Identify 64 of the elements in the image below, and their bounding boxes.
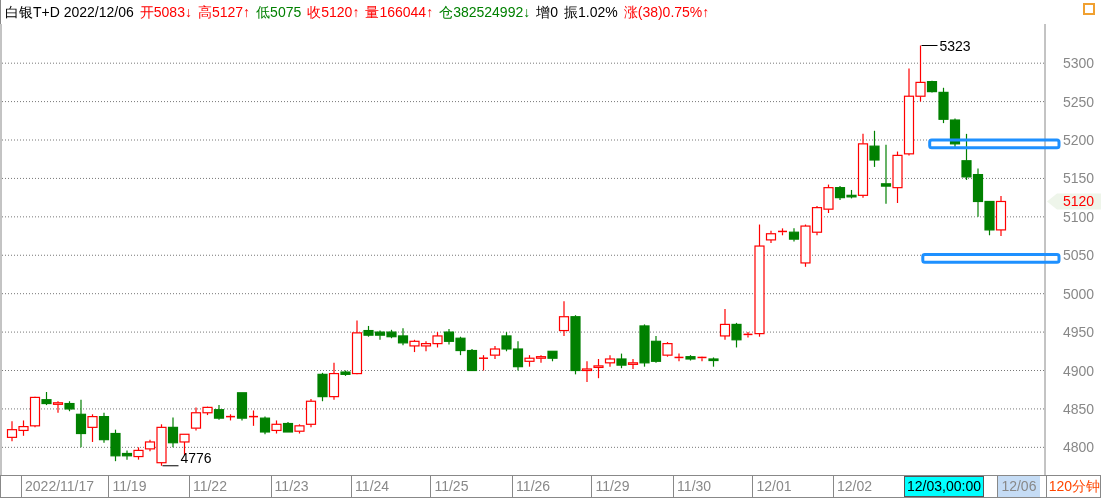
axis-label: 4850 [1063, 400, 1095, 417]
candlestick [995, 195, 1007, 237]
candlestick [489, 345, 501, 360]
quote-value: 低5075 [256, 2, 302, 22]
date-label: 11/19 [108, 476, 151, 497]
quote-value: 振1.02% [564, 2, 618, 22]
candlestick [167, 416, 179, 448]
axis-label: 5150 [1063, 170, 1095, 187]
axis-label: 5100 [1063, 208, 1095, 225]
date-label: 11/23 [270, 476, 313, 497]
leader-line [921, 45, 938, 46]
price-label: 4776 [180, 449, 212, 466]
date-label: 2022/11/17 [21, 476, 99, 497]
candlestick [259, 416, 271, 435]
candlestick [455, 336, 466, 356]
last-price-tag: 5120 [1047, 193, 1101, 210]
axis-label: 5250 [1063, 93, 1095, 110]
candlestick [271, 419, 282, 435]
candlestick [409, 339, 420, 353]
date-label: 12/01 [752, 476, 796, 497]
date-label: 12/02 [832, 476, 876, 497]
chart-title: 白银T+D 2022/12/06 [5, 2, 134, 22]
candlestick [547, 350, 558, 362]
date-label: 11/26 [512, 476, 555, 497]
candlestick [984, 200, 995, 236]
candlestick [535, 354, 547, 364]
candlestick [374, 329, 386, 341]
date-label: 11/24 [351, 476, 394, 497]
date-label: 11/30 [673, 476, 716, 497]
candlestick [478, 354, 489, 372]
quote-value: 量166044↑ [365, 2, 434, 22]
quote-value: 高5127↑ [197, 2, 251, 22]
date-label: 11/22 [188, 476, 231, 497]
candlestick [6, 420, 18, 442]
date-label: 12/06 [997, 476, 1041, 497]
candlestick [719, 308, 731, 341]
candlestick [282, 421, 294, 433]
axis-label: 5050 [1063, 247, 1095, 264]
date-label: 11/29 [591, 476, 634, 497]
leader-line [162, 465, 179, 467]
quote-value: 涨(38)0.75%↑ [623, 2, 710, 22]
quote-value: 仓382524992↓ [439, 2, 531, 22]
candlestick [443, 328, 455, 345]
quote-value: 开5083↓ [139, 2, 192, 22]
date-label: 11/25 [430, 476, 473, 497]
axis-label: 4900 [1063, 362, 1095, 379]
axis-label: 5300 [1063, 55, 1095, 72]
candlestick [317, 372, 328, 402]
candlestick [52, 400, 64, 414]
axis-label: 5200 [1063, 132, 1095, 148]
cursor-time-label: 12/03,00:00 [904, 476, 984, 497]
axis-label: 4800 [1063, 439, 1095, 456]
period-label[interactable]: 120分钟 [1045, 476, 1100, 497]
candlestick [466, 348, 478, 372]
axis-label: 5000 [1063, 285, 1095, 302]
candlestick [972, 167, 984, 218]
square-icon[interactable] [1083, 3, 1095, 15]
quote-value: 收5120↑ [307, 2, 360, 22]
candlestick [133, 446, 144, 461]
axis-label: 4950 [1063, 324, 1095, 341]
candlestick [616, 353, 627, 369]
candlestick [98, 412, 110, 444]
quote-value: 增0 [536, 2, 558, 22]
price-label: 5323 [939, 37, 971, 54]
